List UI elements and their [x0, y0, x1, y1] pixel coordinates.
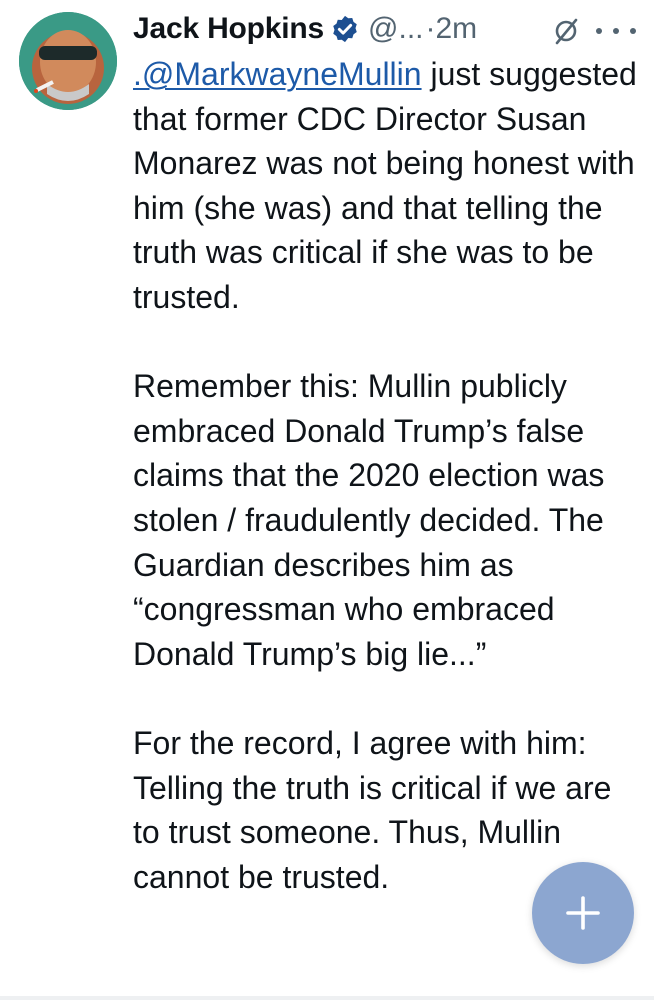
tweet-header: Jack Hopkins @... · 2m	[133, 6, 643, 52]
author-handle[interactable]: @...	[368, 12, 423, 46]
paragraph-1-text: just suggested that former CDC Director …	[133, 56, 637, 315]
compose-plus-icon	[566, 896, 600, 930]
more-icon[interactable]	[596, 16, 636, 46]
author-name[interactable]: Jack Hopkins	[133, 12, 324, 46]
verified-badge-icon	[333, 15, 357, 43]
timestamp[interactable]: 2m	[436, 12, 478, 46]
compose-button[interactable]	[532, 862, 634, 964]
tweet-paragraph-2: Remember this: Mullin publicly embraced …	[133, 368, 605, 672]
tweet-text: .@MarkwayneMullin just suggested that fo…	[133, 52, 643, 899]
grok-icon[interactable]	[551, 16, 581, 46]
bottom-divider	[0, 996, 654, 1000]
separator-dot: ·	[425, 12, 436, 45]
tweet-paragraph-1: .@MarkwayneMullin just suggested that fo…	[133, 52, 643, 320]
avatar-image	[19, 12, 117, 110]
mention-link[interactable]: .@MarkwayneMullin	[133, 56, 422, 92]
avatar[interactable]	[19, 12, 117, 110]
